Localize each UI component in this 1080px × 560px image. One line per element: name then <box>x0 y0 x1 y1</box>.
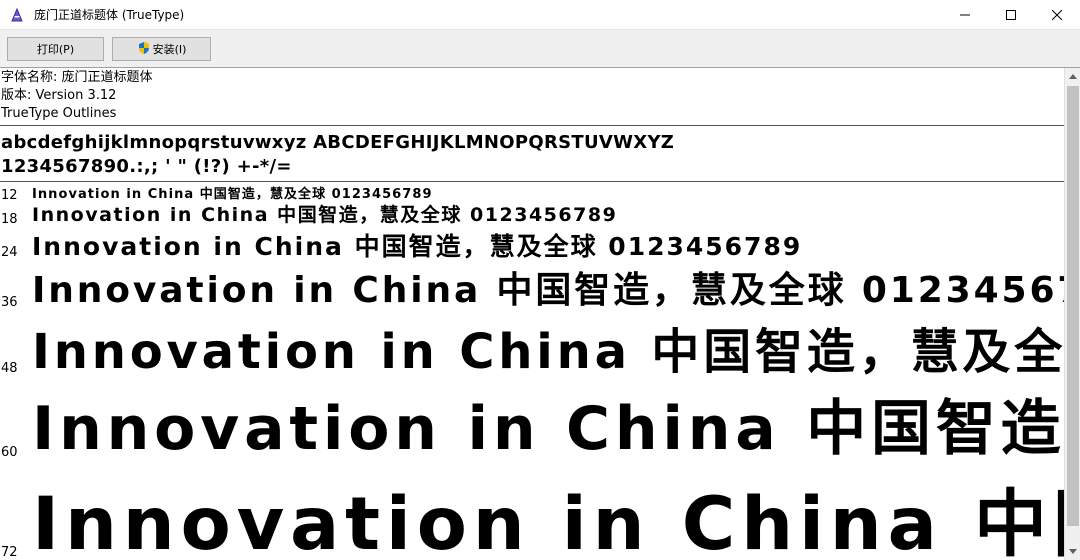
install-button-label: 安装(I) <box>152 43 187 56</box>
sample-text: Innovation in China 中国智造，慧及全球 0123456789 <box>32 270 1064 311</box>
size-label: 36 <box>1 295 18 310</box>
sample-text: Innovation in China 中国智造，慧及全球 0123456789 <box>32 204 618 226</box>
maximize-icon <box>1006 10 1016 20</box>
size-label: 72 <box>1 545 18 560</box>
charset-lowercase-uppercase: abcdefghijklmnopqrstuvwxyz ABCDEFGHIJKLM… <box>1 132 675 153</box>
toolbar: 打印(P) 安装(I) <box>0 30 1080 68</box>
title-bar: 庞门正道标题体 (TrueType) <box>0 0 1080 30</box>
sample-text: Innovation in China 中国智造，慧及全球 0123456789 <box>32 232 803 261</box>
size-label: 60 <box>1 445 18 460</box>
minimize-icon <box>960 14 970 16</box>
scroll-thumb[interactable] <box>1067 86 1079 526</box>
close-button[interactable] <box>1034 0 1080 30</box>
font-file-icon[interactable] <box>8 6 26 24</box>
sample-text: Innovation in China 中国智造，慧及全球 0123456789 <box>32 482 1064 560</box>
font-name-line: 字体名称: 庞门正道标题体 <box>1 70 153 85</box>
sample-text: Innovation in China 中国智造，慧及全球 0123456789 <box>32 187 433 202</box>
print-button-label: 打印(P) <box>36 43 75 56</box>
vertical-scrollbar[interactable] <box>1064 68 1080 560</box>
chevron-up-icon <box>1069 74 1077 79</box>
sample-text: Innovation in China 中国智造，慧及全球 0123456789 <box>32 324 1064 380</box>
scroll-down-button[interactable] <box>1065 543 1080 560</box>
chevron-down-icon <box>1069 549 1077 554</box>
size-label: 18 <box>1 212 18 227</box>
maximize-button[interactable] <box>988 0 1034 30</box>
minimize-button[interactable] <box>942 0 988 30</box>
window-title: 庞门正道标题体 (TrueType) <box>34 8 185 22</box>
charset-digits-symbols: 1234567890.:,; ' " (!?) +-*/= <box>1 156 292 177</box>
font-type-line: TrueType Outlines <box>1 106 117 121</box>
divider <box>0 181 1064 182</box>
size-label: 48 <box>1 361 18 376</box>
size-label: 24 <box>1 245 18 260</box>
size-label: 12 <box>1 188 18 203</box>
divider <box>0 125 1064 126</box>
font-version-line: 版本: Version 3.12 <box>1 88 117 103</box>
window-controls <box>942 0 1080 30</box>
shield-icon <box>137 41 151 58</box>
sample-text: Innovation in China 中国智造，慧及全球 0123456789 <box>32 394 1064 464</box>
install-button[interactable]: 安装(I) <box>112 37 211 61</box>
print-button[interactable]: 打印(P) <box>7 37 104 61</box>
font-preview-area: 字体名称: 庞门正道标题体 版本: Version 3.12 TrueType … <box>0 68 1064 560</box>
close-icon <box>1052 10 1062 20</box>
scroll-up-button[interactable] <box>1065 68 1080 85</box>
